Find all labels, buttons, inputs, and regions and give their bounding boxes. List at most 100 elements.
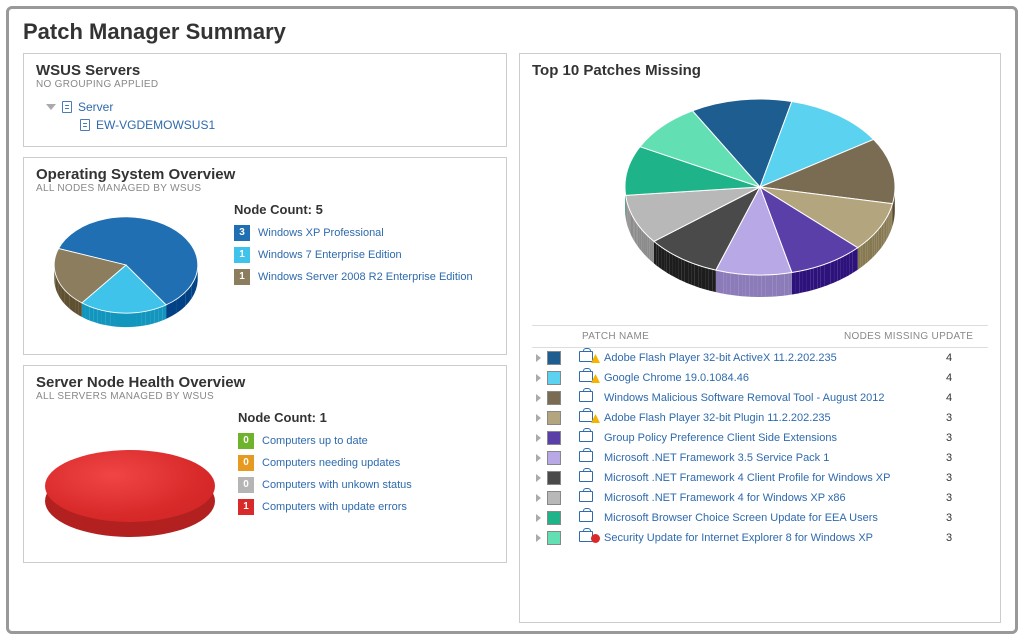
panel-wsus-servers: WSUS Servers NO GROUPING APPLIED Server … (23, 53, 507, 147)
tree-root-label[interactable]: Server (78, 100, 113, 114)
package-icon (579, 391, 593, 402)
pie-chart-icon (36, 202, 216, 342)
expand-icon[interactable] (536, 494, 541, 502)
legend-label[interactable]: Computers up to date (262, 435, 368, 447)
panel-subtitle: ALL NODES MANAGED BY WSUS (36, 183, 494, 194)
nodes-missing-count: 4 (914, 372, 984, 384)
count-badge: 0 (238, 477, 254, 493)
node-count-label: Node Count: 1 (238, 410, 412, 425)
nodes-missing-count: 4 (914, 392, 984, 404)
table-row: Microsoft .NET Framework 4 for Windows X… (532, 488, 988, 508)
color-swatch (547, 371, 561, 385)
expand-icon[interactable] (536, 454, 541, 462)
chevron-down-icon[interactable] (46, 104, 56, 110)
table-row: Adobe Flash Player 32-bit ActiveX 11.2.2… (532, 348, 988, 368)
panel-os-overview: Operating System Overview ALL NODES MANA… (23, 157, 507, 355)
color-swatch (547, 511, 561, 525)
count-badge: 3 (234, 225, 250, 241)
tree-child-label[interactable]: EW-VGDEMOWSUS1 (96, 118, 215, 132)
legend-label[interactable]: Windows XP Professional (258, 227, 384, 239)
color-swatch (547, 431, 561, 445)
document-icon (80, 119, 90, 131)
patches-pie-chart (590, 79, 930, 319)
document-icon (62, 101, 72, 113)
page-title: Patch Manager Summary (23, 19, 1001, 45)
error-icon (591, 534, 600, 543)
expand-icon[interactable] (536, 474, 541, 482)
count-badge: 0 (238, 433, 254, 449)
patch-link[interactable]: Microsoft Browser Choice Screen Update f… (604, 512, 914, 524)
table-row: Security Update for Internet Explorer 8 … (532, 528, 988, 548)
expand-icon[interactable] (536, 434, 541, 442)
color-swatch (547, 411, 561, 425)
legend-item[interactable]: 3 Windows XP Professional (234, 225, 473, 241)
color-swatch (547, 471, 561, 485)
color-swatch (547, 531, 561, 545)
legend-label[interactable]: Computers needing updates (262, 457, 400, 469)
patch-table-header: PATCH NAME NODES MISSING UPDATE (532, 325, 988, 348)
expand-icon[interactable] (536, 394, 541, 402)
panel-title: WSUS Servers (36, 62, 494, 79)
nodes-missing-count: 3 (914, 492, 984, 504)
expand-icon[interactable] (536, 414, 541, 422)
col-nodes-missing: NODES MISSING UPDATE (844, 331, 984, 342)
table-row: Google Chrome 19.0.1084.464 (532, 368, 988, 388)
table-row: Microsoft .NET Framework 4 Client Profil… (532, 468, 988, 488)
count-badge: 1 (234, 247, 250, 263)
color-swatch (547, 451, 561, 465)
panel-subtitle: ALL SERVERS MANAGED BY WSUS (36, 391, 494, 402)
nodes-missing-count: 3 (914, 412, 984, 424)
col-patch-name: PATCH NAME (582, 331, 844, 342)
patch-link[interactable]: Microsoft .NET Framework 4 for Windows X… (604, 492, 914, 504)
panel-title: Server Node Health Overview (36, 374, 494, 391)
package-icon (579, 411, 593, 422)
nodes-missing-count: 3 (914, 452, 984, 464)
count-badge: 0 (238, 455, 254, 471)
patch-link[interactable]: Windows Malicious Software Removal Tool … (604, 392, 914, 404)
patch-link[interactable]: Adobe Flash Player 32-bit Plugin 11.2.20… (604, 412, 914, 424)
legend-label[interactable]: Windows Server 2008 R2 Enterprise Editio… (258, 271, 473, 283)
panel-title: Top 10 Patches Missing (532, 62, 988, 79)
table-row: Adobe Flash Player 32-bit Plugin 11.2.20… (532, 408, 988, 428)
legend-item[interactable]: 0 Computers up to date (238, 433, 412, 449)
expand-icon[interactable] (536, 514, 541, 522)
patch-link[interactable]: Microsoft .NET Framework 3.5 Service Pac… (604, 452, 914, 464)
nodes-missing-count: 3 (914, 512, 984, 524)
legend-label[interactable]: Windows 7 Enterprise Edition (258, 249, 402, 261)
legend-item[interactable]: 1 Windows 7 Enterprise Edition (234, 247, 473, 263)
panel-top-patches: Top 10 Patches Missing PATCH NAME NODES … (519, 53, 1001, 623)
os-pie-chart (36, 202, 216, 342)
expand-icon[interactable] (536, 534, 541, 542)
package-icon (579, 451, 593, 462)
pie-chart-icon (590, 79, 930, 319)
expand-icon[interactable] (536, 354, 541, 362)
patch-link[interactable]: Microsoft .NET Framework 4 Client Profil… (604, 472, 914, 484)
count-badge: 1 (238, 499, 254, 515)
table-row: Microsoft Browser Choice Screen Update f… (532, 508, 988, 528)
legend-label[interactable]: Computers with update errors (262, 501, 407, 513)
node-count-label: Node Count: 5 (234, 202, 473, 217)
expand-icon[interactable] (536, 374, 541, 382)
panel-health-overview: Server Node Health Overview ALL SERVERS … (23, 365, 507, 563)
tree-child[interactable]: EW-VGDEMOWSUS1 (80, 116, 494, 134)
package-icon (579, 471, 593, 482)
patch-link[interactable]: Group Policy Preference Client Side Exte… (604, 432, 914, 444)
patch-link[interactable]: Google Chrome 19.0.1084.46 (604, 372, 914, 384)
legend-item[interactable]: 0 Computers needing updates (238, 455, 412, 471)
legend-item[interactable]: 0 Computers with unkown status (238, 477, 412, 493)
color-swatch (547, 391, 561, 405)
legend-item[interactable]: 1 Computers with update errors (238, 499, 412, 515)
nodes-missing-count: 3 (914, 472, 984, 484)
patch-link[interactable]: Security Update for Internet Explorer 8 … (604, 532, 914, 544)
legend-item[interactable]: 1 Windows Server 2008 R2 Enterprise Editi… (234, 269, 473, 285)
color-swatch (547, 351, 561, 365)
package-icon (579, 511, 593, 522)
table-row: Group Policy Preference Client Side Exte… (532, 428, 988, 448)
count-badge: 1 (234, 269, 250, 285)
patch-link[interactable]: Adobe Flash Player 32-bit ActiveX 11.2.2… (604, 352, 914, 364)
package-icon (579, 371, 593, 382)
legend-label[interactable]: Computers with unkown status (262, 479, 412, 491)
panel-subtitle: NO GROUPING APPLIED (36, 79, 494, 90)
package-icon (579, 491, 593, 502)
tree-root[interactable]: Server (46, 98, 494, 116)
